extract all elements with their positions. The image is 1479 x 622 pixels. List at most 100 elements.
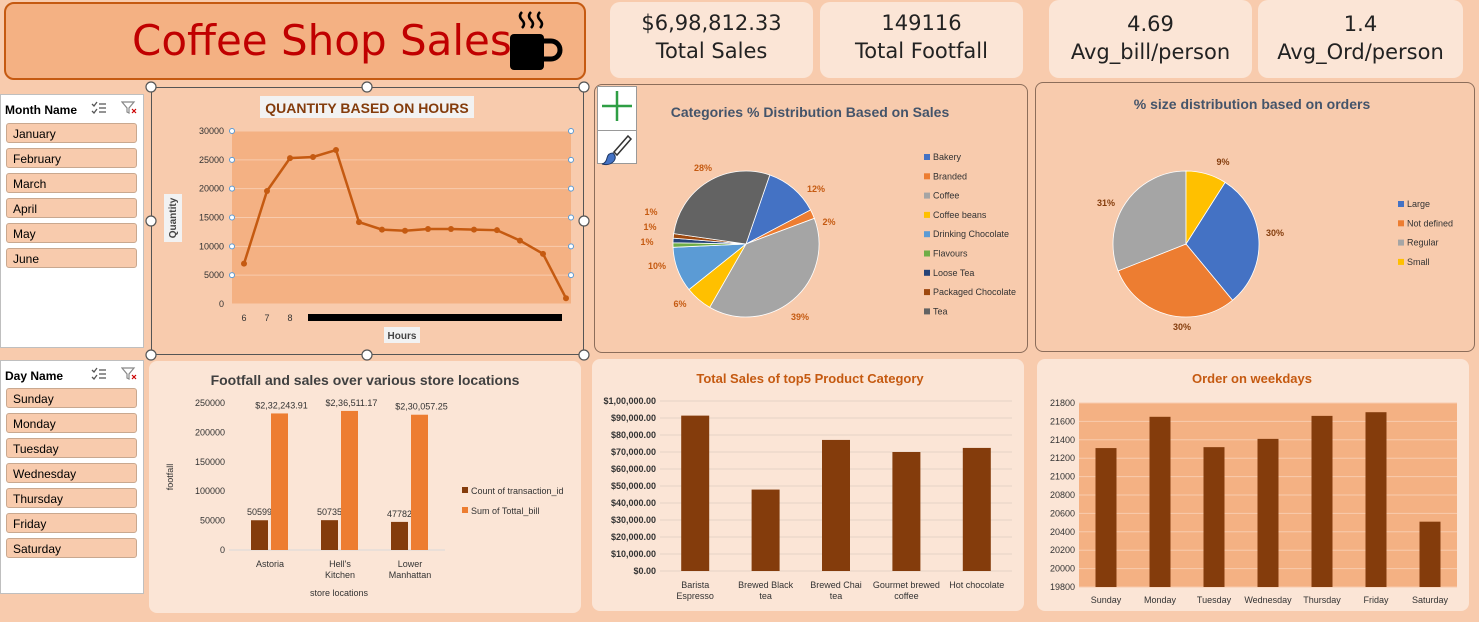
slicer-item-sunday[interactable]: Sunday bbox=[6, 388, 137, 408]
x-tick-label: Saturday bbox=[1412, 595, 1449, 605]
y-tick-label: 21000 bbox=[1050, 472, 1075, 482]
data-label: 9% bbox=[1216, 157, 1229, 167]
bar bbox=[822, 439, 850, 571]
data-label: 1% bbox=[643, 222, 656, 232]
bar bbox=[1257, 438, 1279, 587]
kpi-avg-orders: 1.4 Avg_Ord/person bbox=[1258, 0, 1463, 78]
x-axis-title: store locations bbox=[310, 588, 369, 598]
slicer-item-friday[interactable]: Friday bbox=[6, 513, 137, 533]
legend-label: Loose Tea bbox=[933, 268, 974, 278]
kpi-total-footfall: 149116 Total Footfall bbox=[820, 2, 1023, 78]
data-label: $2,32,243.91 bbox=[255, 400, 308, 410]
bar bbox=[321, 520, 338, 550]
y-tick-label: 20400 bbox=[1050, 527, 1075, 537]
data-label: 39% bbox=[791, 312, 809, 322]
x-tick-label: Espresso bbox=[676, 591, 714, 601]
legend-swatch bbox=[924, 269, 930, 276]
y-tick-label: 20000 bbox=[1050, 564, 1075, 574]
day-slicer[interactable]: Day Name Sunday Monday Tuesday Wednesday Thu… bbox=[0, 360, 144, 594]
legend-label: Small bbox=[1407, 257, 1430, 267]
chart-action-buttons bbox=[597, 86, 637, 166]
kpi-value: 4.69 bbox=[1127, 12, 1174, 36]
bar bbox=[271, 413, 288, 550]
data-label: 2% bbox=[822, 217, 835, 227]
locations-chart-panel[interactable]: Footfall and sales over various store lo… bbox=[149, 361, 581, 613]
slicer-item-april[interactable]: April bbox=[6, 198, 137, 218]
y-tick-label: $40,000.00 bbox=[611, 498, 656, 508]
data-label: 47782 bbox=[387, 509, 412, 519]
data-label: 1% bbox=[640, 237, 653, 247]
x-tick-label: coffee bbox=[894, 591, 918, 601]
legend-swatch bbox=[924, 250, 930, 257]
legend-label: Tea bbox=[933, 306, 948, 316]
multi-select-icon[interactable] bbox=[91, 367, 107, 381]
y-tick-label: 100000 bbox=[195, 486, 225, 496]
slicer-item-thursday[interactable]: Thursday bbox=[6, 488, 137, 508]
y-tick-label: 21800 bbox=[1050, 398, 1075, 408]
y-tick-label: 21200 bbox=[1050, 453, 1075, 463]
legend-label: Branded bbox=[933, 171, 967, 181]
slicer-item-may[interactable]: May bbox=[6, 223, 137, 243]
chart-title: Footfall and sales over various store lo… bbox=[211, 372, 520, 388]
kpi-value: 149116 bbox=[881, 11, 962, 35]
legend-label: Bakery bbox=[933, 152, 962, 162]
sizes-chart-panel[interactable]: % size distribution based on orders 30% La… bbox=[1035, 82, 1475, 352]
x-tick-label: Monday bbox=[1144, 595, 1177, 605]
chart-title: Total Sales of top5 Product Category bbox=[696, 371, 924, 386]
legend-label: Coffee beans bbox=[933, 210, 987, 220]
chart-selection-handles[interactable] bbox=[140, 78, 596, 368]
data-label: 10% bbox=[648, 261, 666, 271]
data-label: 28% bbox=[694, 163, 712, 173]
chart-title: % size distribution based on orders bbox=[1134, 96, 1371, 112]
legend-swatch bbox=[924, 173, 930, 180]
legend-label: Flavours bbox=[933, 249, 968, 259]
y-tick-label: 0 bbox=[220, 545, 225, 555]
categories-chart-panel[interactable]: Categories % Distribution Based on Sales… bbox=[594, 84, 1028, 353]
y-tick-label: $90,000.00 bbox=[611, 413, 656, 423]
kpi-avg-bill: 4.69 Avg_bill/person bbox=[1049, 0, 1252, 78]
legend-swatch bbox=[924, 289, 930, 296]
slicer-item-tuesday[interactable]: Tuesday bbox=[6, 438, 137, 458]
slicer-item-january[interactable]: January bbox=[6, 123, 137, 143]
y-tick-label: 20800 bbox=[1050, 490, 1075, 500]
legend-swatch bbox=[924, 192, 930, 199]
legend-swatch bbox=[924, 211, 930, 218]
y-tick-label: $60,000.00 bbox=[611, 464, 656, 474]
weekdays-chart-panel[interactable]: Order on weekdays 19800 20000 20200 20400 206… bbox=[1037, 359, 1469, 611]
y-tick-label: $50,000.00 bbox=[611, 481, 656, 491]
add-chart-element-icon[interactable] bbox=[598, 87, 636, 125]
legend-label: Drinking Chocolate bbox=[933, 229, 1009, 239]
data-label: $2,36,511.17 bbox=[326, 398, 378, 408]
slicer-item-saturday[interactable]: Saturday bbox=[6, 538, 137, 558]
x-tick-label: Sunday bbox=[1091, 595, 1122, 605]
legend-swatch bbox=[462, 507, 468, 513]
y-tick-label: 21400 bbox=[1050, 435, 1075, 445]
categories-pie-chart: Categories % Distribution Based on Sales… bbox=[640, 104, 1016, 322]
y-tick-label: 150000 bbox=[195, 457, 225, 467]
x-tick-label: tea bbox=[759, 591, 772, 601]
bar bbox=[1311, 415, 1333, 587]
bar bbox=[1203, 447, 1225, 587]
chart-title: Order on weekdays bbox=[1192, 371, 1312, 386]
slicer-item-wednesday[interactable]: Wednesday bbox=[6, 463, 137, 483]
slicer-item-march[interactable]: March bbox=[6, 173, 137, 193]
coffee-cup-icon bbox=[510, 11, 563, 70]
bar bbox=[962, 447, 991, 571]
products-chart-panel[interactable]: Total Sales of top5 Product Category $0.0… bbox=[592, 359, 1024, 611]
legend-label: Large bbox=[1407, 199, 1430, 209]
chart-style-brush-icon[interactable] bbox=[598, 130, 636, 169]
legend-label: Regular bbox=[1407, 238, 1439, 248]
x-tick-label: Tuesday bbox=[1197, 595, 1232, 605]
slicer-item-june[interactable]: June bbox=[6, 248, 137, 268]
slicer-item-monday[interactable]: Monday bbox=[6, 413, 137, 433]
clear-filter-icon[interactable] bbox=[120, 367, 137, 381]
legend-swatch bbox=[1398, 220, 1404, 227]
x-tick-label: Barista bbox=[681, 580, 709, 590]
multi-select-icon[interactable] bbox=[91, 101, 107, 115]
month-slicer[interactable]: Month Name January February March April May J… bbox=[0, 94, 144, 348]
slicer-item-february[interactable]: February bbox=[6, 148, 137, 168]
data-label: 30% bbox=[1173, 322, 1191, 332]
clear-filter-icon[interactable] bbox=[120, 101, 137, 115]
legend-swatch bbox=[1398, 239, 1404, 246]
bar bbox=[1365, 412, 1387, 587]
